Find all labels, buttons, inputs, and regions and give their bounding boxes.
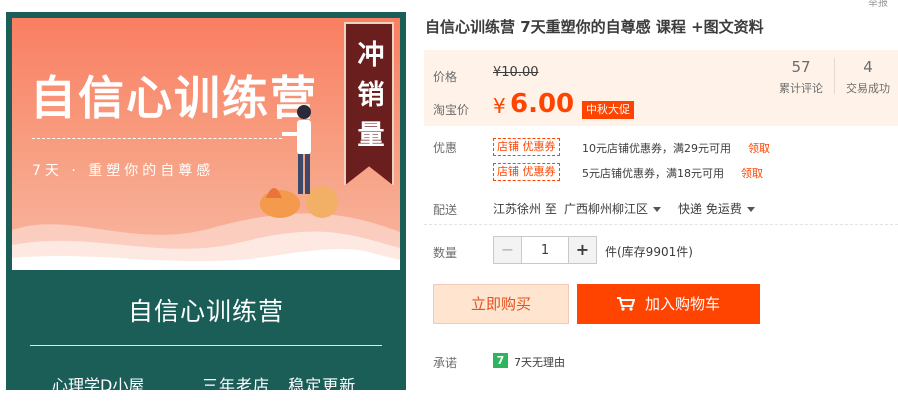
reviews-label[interactable]: 累计评论 xyxy=(771,80,831,96)
course-banner: 自信心训练营 7天 · 重塑你的自尊感 xyxy=(12,18,400,270)
sales-count: 4 xyxy=(863,58,873,76)
coupon-tag: 店铺 优惠券 xyxy=(493,163,560,181)
report-link[interactable]: 举报 xyxy=(868,0,888,9)
product-title: 自信心训练营 7天重塑你的自尊感 课程 +图文资料 xyxy=(425,18,764,36)
coupon-text: 5元店铺优惠券，满18元可用 xyxy=(582,167,724,180)
seven-day-icon: 7 xyxy=(493,353,508,368)
wave-decoration xyxy=(12,213,400,270)
ribbon-text: 冲销量 xyxy=(357,40,385,151)
destination-text: 广西柳州柳江区 xyxy=(564,202,649,216)
original-price: ¥10.00 xyxy=(493,65,539,80)
shipping-label: 配送 xyxy=(433,203,458,217)
stock-info: 件(库存9901件) xyxy=(605,245,693,259)
increase-quantity-button[interactable]: + xyxy=(568,237,596,263)
promise-label: 承诺 xyxy=(433,356,458,370)
ship-from: 江苏徐州 至 xyxy=(493,202,557,216)
quantity-stepper: − + xyxy=(493,236,597,264)
promise-text[interactable]: 7天无理由 xyxy=(514,354,565,370)
claim-coupon-link[interactable]: 领取 xyxy=(748,140,770,156)
shop-name: 心理学D小屋 xyxy=(52,376,145,390)
add-to-cart-label: 加入购物车 xyxy=(644,295,720,313)
banner-subtitle: 7天 · 重塑你的自尊感 xyxy=(32,163,215,179)
product-image[interactable]: 自信心训练营 7天 · 重塑你的自尊感 冲销量 自信心训练营 心理学D小屋 三年… xyxy=(6,12,406,390)
current-price: 6.00 xyxy=(510,89,575,119)
shop-tagline: 三年老店 稳定更新 xyxy=(202,376,357,390)
buy-now-button[interactable]: 立即购买 xyxy=(433,284,569,324)
sales-ribbon: 冲销量 xyxy=(344,22,394,186)
coupon-label: 优惠 xyxy=(433,141,458,155)
destination-select[interactable]: 广西柳州柳江区 xyxy=(564,200,662,217)
claim-coupon-link[interactable]: 领取 xyxy=(741,165,763,181)
course-title: 自信心训练营 xyxy=(127,297,284,326)
promo-badge: 中秋大促 xyxy=(582,101,634,119)
shipping-method-select[interactable]: 快递 免运费 xyxy=(678,200,755,217)
coupon-text: 10元店铺优惠券，满29元可用 xyxy=(582,142,731,155)
currency-symbol: ¥ xyxy=(493,94,506,118)
cart-icon xyxy=(616,297,635,311)
reviews-count[interactable]: 57 xyxy=(771,58,831,76)
caret-down-icon xyxy=(746,207,755,212)
decrease-quantity-button[interactable]: − xyxy=(494,237,522,263)
quantity-input[interactable] xyxy=(522,237,568,263)
banner-divider xyxy=(32,138,282,139)
stats-separator xyxy=(834,58,835,94)
coupon-tag: 店铺 优惠券 xyxy=(493,138,560,156)
image-divider xyxy=(30,345,382,346)
price-label: 价格 xyxy=(433,70,458,84)
caret-down-icon xyxy=(653,207,662,212)
taobao-price-label: 淘宝价 xyxy=(433,103,470,117)
section-separator xyxy=(424,224,898,225)
shipping-method-text: 快递 免运费 xyxy=(678,202,742,216)
quantity-label: 数量 xyxy=(433,246,458,260)
person-illustration xyxy=(260,105,338,218)
add-to-cart-button[interactable]: 加入购物车 xyxy=(577,284,760,324)
sales-label: 交易成功 xyxy=(846,82,890,95)
